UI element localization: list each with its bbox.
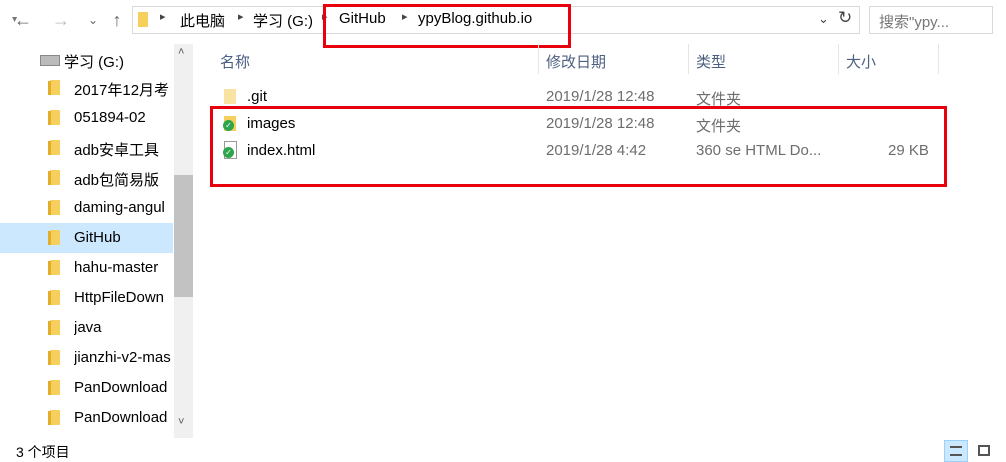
- column-divider[interactable]: [938, 44, 939, 74]
- column-header-name[interactable]: 名称: [220, 51, 250, 72]
- folder-icon: [48, 410, 60, 425]
- sidebar-drive-label[interactable]: 学习 (G:): [64, 51, 124, 72]
- breadcrumb-this-pc[interactable]: 此电脑: [180, 10, 225, 31]
- sidebar-collapse-icon[interactable]: ▸: [9, 17, 20, 22]
- scrollbar-thumb[interactable]: [174, 175, 193, 297]
- sidebar-item[interactable]: PanDownload: [0, 373, 173, 403]
- folder-icon: [224, 89, 236, 104]
- column-header-size[interactable]: 大小: [846, 51, 876, 72]
- sidebar-item-label: jianzhi-v2-mas: [74, 349, 171, 366]
- column-divider[interactable]: [838, 44, 839, 74]
- sidebar-item-label: adb安卓工具: [74, 142, 160, 159]
- refresh-icon[interactable]: ↻: [838, 8, 852, 28]
- column-header-modified[interactable]: 修改日期: [546, 51, 606, 72]
- sidebar-item[interactable]: 051894-02: [0, 103, 173, 133]
- sidebar-scrollbar[interactable]: ˄ ˅: [174, 44, 193, 438]
- status-item-count: 3 个项目: [16, 444, 70, 460]
- sidebar-item[interactable]: adb安卓工具: [0, 133, 173, 163]
- address-dropdown-icon[interactable]: ⌄: [818, 11, 829, 27]
- recent-locations-icon[interactable]: ⌄: [82, 8, 104, 32]
- drive-icon: [40, 55, 60, 66]
- sidebar-item-github[interactable]: GitHub: [0, 223, 173, 253]
- forward-button[interactable]: →: [50, 8, 72, 32]
- sidebar-item[interactable]: PanDownload: [0, 403, 173, 433]
- sidebar-item-label: java: [74, 319, 102, 336]
- highlight-box-files: [210, 106, 947, 187]
- highlight-box-path: [323, 4, 571, 48]
- sidebar-item-label: GitHub: [74, 229, 121, 246]
- sidebar-item[interactable]: hahu-master: [0, 253, 173, 283]
- sidebar-item-label: daming-angul: [74, 199, 165, 216]
- sidebar-item[interactable]: jianzhi-v2-mas: [0, 343, 173, 373]
- up-button[interactable]: ↑: [106, 8, 128, 32]
- sidebar-item[interactable]: java: [0, 313, 173, 343]
- folder-icon: [48, 290, 60, 305]
- column-divider[interactable]: [538, 44, 539, 74]
- large-icons-view-icon: [978, 445, 990, 456]
- folder-icon: [138, 12, 148, 27]
- large-icons-view-button[interactable]: [973, 440, 997, 462]
- folder-icon: [48, 260, 60, 275]
- column-divider[interactable]: [688, 44, 689, 74]
- folder-icon: [48, 80, 60, 95]
- folder-icon: [48, 380, 60, 395]
- search-input[interactable]: 搜索"ypy...: [869, 6, 993, 34]
- sidebar-item-label: PanDownload: [74, 379, 168, 396]
- file-name: .git: [247, 88, 268, 105]
- details-view-button[interactable]: [944, 440, 968, 462]
- file-modified: 2019/1/28 12:48: [546, 88, 655, 105]
- sidebar-item[interactable]: 2017年12月考: [0, 73, 173, 103]
- folder-icon: [48, 230, 60, 245]
- folder-icon: [48, 110, 60, 125]
- sidebar-item-label: HttpFileDown: [74, 289, 165, 306]
- sidebar-item-label: 2017年12月考: [74, 82, 170, 99]
- scroll-down-icon[interactable]: ˅: [178, 416, 184, 428]
- folder-icon: [48, 170, 60, 185]
- folder-icon: [48, 200, 60, 215]
- sidebar-item[interactable]: adb包简易版: [0, 163, 173, 193]
- sidebar-item[interactable]: HttpFileDown: [0, 283, 173, 313]
- sidebar-item-label: hahu-master: [74, 259, 159, 276]
- sidebar-item-label: 051894-02: [74, 109, 146, 126]
- sidebar-item[interactable]: daming-angul: [0, 193, 173, 223]
- breadcrumb-drive[interactable]: 学习 (G:): [253, 10, 313, 31]
- folder-icon: [48, 320, 60, 335]
- scroll-up-icon[interactable]: ˄: [178, 46, 184, 58]
- column-header-type[interactable]: 类型: [696, 51, 726, 72]
- folder-icon: [48, 140, 60, 155]
- folder-icon: [48, 350, 60, 365]
- chevron-right-icon: ▸: [160, 11, 166, 23]
- details-view-icon: [950, 446, 962, 456]
- chevron-right-icon: ▸: [238, 11, 244, 23]
- sidebar-item-label: PanDownload: [74, 409, 168, 426]
- sidebar-item-label: adb包简易版: [74, 172, 160, 189]
